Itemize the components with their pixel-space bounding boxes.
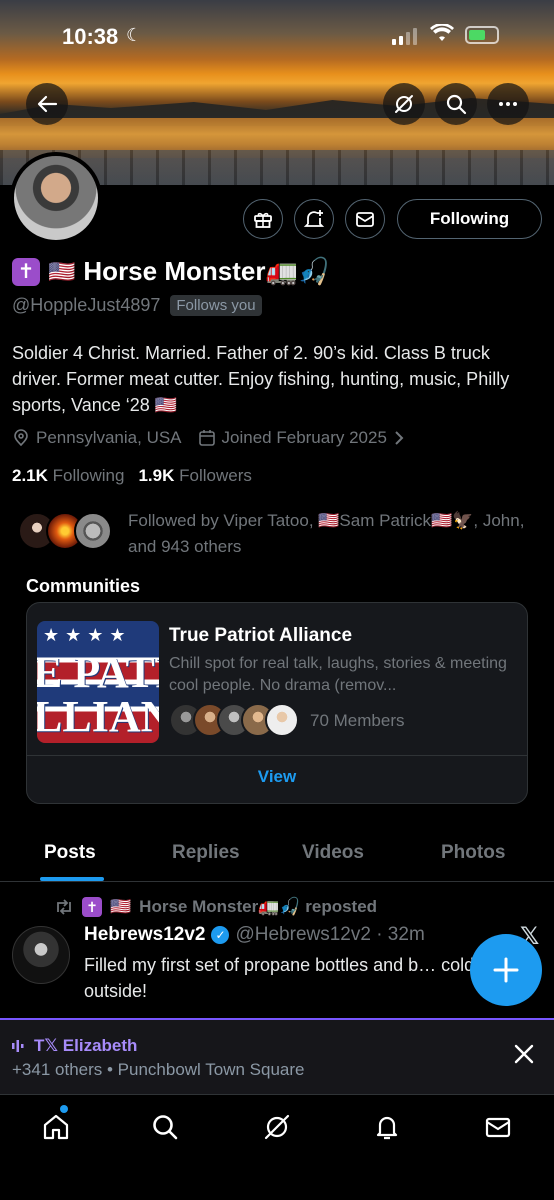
following-count: 2.1K (12, 466, 48, 485)
flag-emoji: 🇺🇸 (48, 258, 76, 284)
wifi-icon (430, 23, 454, 48)
display-name-row: ✝ 🇺🇸 Horse Monster🚛🎣 (12, 256, 330, 287)
back-button[interactable] (26, 83, 68, 125)
following-label: Following (52, 466, 125, 485)
profile-tabs: Posts Replies Videos Photos (0, 830, 554, 882)
close-icon[interactable] (512, 1042, 536, 1072)
following-stat[interactable]: 2.1K Following (12, 466, 124, 486)
profile-avatar[interactable] (10, 152, 102, 244)
spaces-subtitle: +341 others • Punchbowl Town Square (12, 1060, 305, 1079)
bottom-nav (0, 1094, 554, 1200)
active-tab-indicator (40, 877, 104, 881)
followers-label: Followers (179, 466, 252, 485)
cross-badge: ✝ (12, 257, 40, 286)
followed-by[interactable]: Followed by Viper Tatoo, 🇺🇸Sam Patrick🇺🇸… (18, 508, 538, 560)
repost-icon (57, 899, 71, 915)
battery-icon (465, 26, 499, 44)
handle-row: @HoppleJust4897 Follows you (12, 295, 262, 316)
community-name: True Patriot Alliance (169, 625, 353, 646)
flag-emoji: 🇺🇸 (110, 897, 132, 916)
grok-button[interactable] (383, 83, 425, 125)
status-bar: 10:38 ☾ (0, 0, 554, 76)
more-button[interactable] (487, 83, 529, 125)
profile-meta: Pennsylvania, USA Joined February 2025 (12, 428, 405, 448)
audio-wave-icon (12, 1040, 24, 1052)
bell-icon[interactable] (369, 1109, 405, 1145)
avatar (74, 512, 112, 550)
cross-badge: ✝ (82, 897, 102, 917)
follow-stats: 2.1K Following 1.9K Followers (12, 466, 252, 486)
moon-icon: ☾ (126, 25, 143, 45)
compose-button[interactable] (470, 934, 542, 1006)
signal-icon (392, 27, 417, 45)
bell-plus-icon (303, 210, 325, 227)
envelope-icon (356, 212, 374, 227)
arrow-left-icon (37, 95, 58, 113)
location-pin-icon (14, 429, 28, 447)
community-image: ★★★★ E PATILLIANC (37, 621, 159, 743)
search-button[interactable] (435, 83, 477, 125)
followers-count: 1.9K (138, 466, 175, 485)
joined-date[interactable]: Joined February 2025 (198, 428, 405, 448)
notify-button[interactable] (294, 199, 334, 239)
post-text[interactable]: Filled my first set of propane bottles a… (84, 952, 484, 1004)
status-time: 10:38 (62, 24, 119, 49)
profile-bio: Soldier 4 Christ. Married. Father of 2. … (12, 343, 510, 415)
repost-indicator: ✝ 🇺🇸 Horse Monster🚛🎣 reposted (54, 897, 377, 917)
home-icon[interactable] (38, 1109, 74, 1145)
community-card[interactable]: ★★★★ E PATILLIANC True Patriot Alliance … (26, 602, 528, 804)
spaces-title: T𝕏 Elizabeth (12, 1036, 137, 1056)
post-author-name[interactable]: Hebrews12v2 (84, 924, 205, 946)
grok-icon (395, 95, 413, 113)
stars-decoration: ★★★★ (43, 625, 132, 645)
envelope-icon[interactable] (480, 1109, 516, 1145)
followed-by-text: Followed by Viper Tatoo, 🇺🇸Sam Patrick🇺🇸… (128, 511, 525, 556)
member-count: 70 Members (310, 711, 405, 730)
more-icon (499, 102, 517, 106)
community-image-lettering: E PATILLIANC (37, 648, 159, 741)
plus-icon (493, 957, 519, 983)
view-community-button[interactable]: View (27, 767, 527, 787)
message-button[interactable] (345, 199, 385, 239)
display-name: Horse Monster🚛🎣 (83, 256, 331, 286)
gift-icon (254, 212, 272, 228)
tab-replies[interactable]: Replies (172, 842, 240, 864)
tab-posts[interactable]: Posts (44, 842, 96, 864)
followers-stat[interactable]: 1.9K Followers (138, 466, 251, 486)
divider (27, 755, 527, 756)
avatar (265, 703, 299, 737)
followed-by-avatars (18, 508, 116, 554)
location-text: Pennsylvania, USA (36, 428, 182, 447)
post-header: Hebrews12v2 ✓ @Hebrews12v2 · 32m (84, 924, 425, 946)
spaces-bar[interactable]: T𝕏 Elizabeth +341 others • Punchbowl Tow… (0, 1018, 554, 1094)
repost-label: Horse Monster🚛🎣 reposted (139, 897, 378, 916)
tab-photos[interactable]: Photos (441, 842, 505, 864)
search-icon (446, 94, 467, 115)
search-icon[interactable] (147, 1109, 183, 1145)
calendar-icon (198, 430, 215, 446)
spaces-title-text: T𝕏 Elizabeth (34, 1036, 138, 1055)
member-avatars (169, 703, 303, 739)
profile-handle: @HoppleJust4897 (12, 295, 161, 315)
battery-level (469, 30, 485, 40)
grok-icon[interactable] (259, 1109, 295, 1145)
following-button[interactable]: Following (397, 199, 542, 239)
joined-text: Joined February 2025 (221, 428, 387, 447)
location: Pennsylvania, USA (12, 428, 182, 448)
post-handle-time: @Hebrews12v2 · 32m (235, 924, 425, 945)
follows-you-badge: Follows you (170, 295, 262, 316)
communities-title: Communities (26, 576, 141, 596)
post-author-avatar[interactable] (12, 926, 70, 984)
community-description: Chill spot for real talk, laughs, storie… (169, 655, 507, 694)
gift-button[interactable] (243, 199, 283, 239)
chevron-right-icon (395, 431, 404, 445)
verified-badge-icon: ✓ (211, 926, 230, 944)
tab-videos[interactable]: Videos (302, 842, 364, 864)
home-notification-dot (60, 1105, 68, 1113)
